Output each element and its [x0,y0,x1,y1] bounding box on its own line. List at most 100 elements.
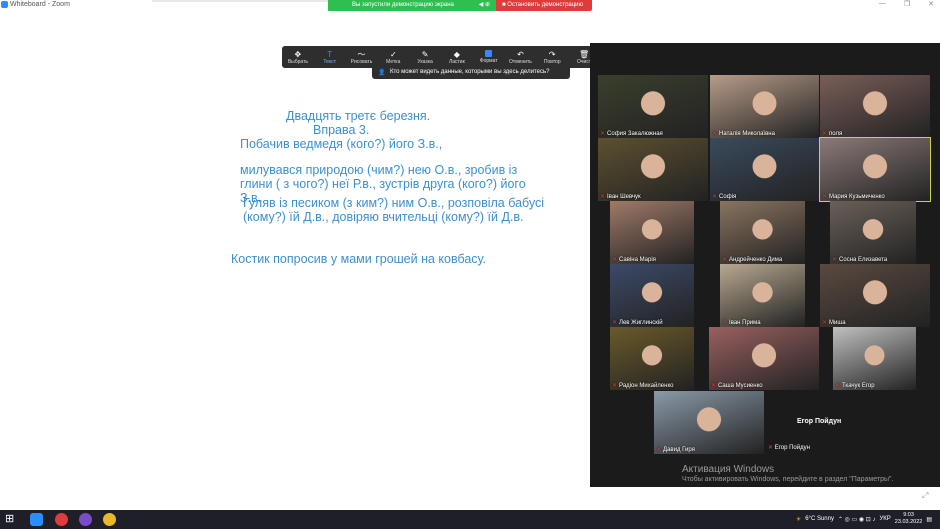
participant-tile[interactable]: ✕ Іван Шевчук [598,138,708,201]
zoom-taskbar-icon[interactable] [30,513,43,526]
participant-tile[interactable]: ✕ Софія [710,138,819,201]
stop-share-label: Остановить демонстрацию [507,2,584,8]
zoom-icon [1,1,8,8]
participant-name: ✕ Миша [822,320,846,326]
mic-muted-icon: ✕ [768,445,775,451]
participant-video [833,327,916,390]
tool-select[interactable]: ✥ Выбрать [282,46,314,68]
chrome-icon[interactable] [103,513,116,526]
participant-tile[interactable]: ✕ Миша [820,264,930,327]
clear-icon: 🗑 [578,49,590,59]
tool-stamp[interactable]: ✓ Метка [377,46,409,68]
wb-line-5[interactable]: Гуляв із песиком (з ким?) ним О.в., розп… [243,196,544,210]
stamp-icon: ✓ [389,49,397,59]
move-icon: ✥ [294,49,302,59]
wb-line-2[interactable]: милувався природою (чим?) нею О.в., зроб… [240,163,517,177]
windows-start-icon[interactable]: ⊞ [5,513,18,526]
wb-line-7[interactable]: Костик попросив у мами грошей на ковбасу… [231,252,486,266]
participant-video [610,201,694,264]
redo-icon: ↷ [548,49,556,59]
draw-icon: 〜 [357,49,366,59]
tool-draw[interactable]: 〜 Рисовать [346,46,378,68]
minimize-icon[interactable]: — [879,0,886,8]
whiteboard-toolbar: ✥ Выбрать T Текст 〜 Рисовать ✓ Метка ✎ Указка… [282,46,600,68]
privacy-prompt[interactable]: 👤 Кто может видеть данные, которыми вы з… [372,67,570,79]
undo-icon: ↶ [517,49,524,59]
mic-muted-icon: ✕ [712,131,718,137]
stop-share-button[interactable]: ■ Остановить демонстрацию [496,0,592,11]
mic-muted-icon: ✕ [822,194,828,200]
participant-tile[interactable]: ✕ Андрейченко Дима [720,201,805,264]
wb-line-exercise[interactable]: Вправа 3. [313,123,369,137]
weather-icon: ☀ [795,516,802,523]
window-controls: — ❐ ✕ [879,0,934,8]
taskbar: ⊞ ☀ 6°C Sunny ⌃ ◎ ▭ ◉ ⊡ ♪ УКР 9:03 23.03… [0,510,940,529]
text-icon: T [327,49,333,59]
clock[interactable]: 9:03 23.03.2022 [895,512,923,526]
notification-icon[interactable]: ▤ [926,516,932,523]
participant-tile[interactable]: ✕ Наталія Миколаївна [710,75,819,138]
mic-muted-icon: ✕ [612,257,618,263]
tool-redo[interactable]: ↷ Повтор [536,46,568,68]
participant-video [598,75,708,138]
close-icon[interactable]: ✕ [928,0,934,8]
maximize-icon[interactable]: ❐ [904,0,910,8]
participant-name: ✕ Іван Шевчук [600,194,641,200]
eraser-icon: ◆ [453,49,460,59]
participant-video [830,201,916,264]
mic-muted-icon: ✕ [600,131,606,137]
weather-text[interactable]: 6°C Sunny [805,516,834,522]
participant-tile[interactable]: ✕ Лев Жиглинскій [610,264,694,327]
participant-tile[interactable]: ✕ Іван Прима [720,264,805,327]
participant-video [610,327,694,390]
tool-format[interactable]: Формат [473,46,505,68]
spotlight-icon: ✎ [421,49,429,59]
participant-name: ✕ Сосна Елизавета [832,257,888,263]
participant-tile[interactable]: ✕ Радіон Михайленко [610,327,694,390]
tool-eraser[interactable]: ◆ Ластик [441,46,473,68]
mic-muted-icon: ✕ [722,257,728,263]
participant-tile[interactable]: ✕ Ткачук Егор [833,327,916,390]
participant-tile[interactable]: ✕ поля [820,75,930,138]
participant-tile[interactable]: ✕ Сосна Елизавета [830,201,916,264]
active-speaker-name: Егор Пойдун [797,418,842,425]
mic-muted-icon: ✕ [656,447,662,453]
yandex-icon[interactable] [55,513,68,526]
share-status-text: Вы запустили демонстрацию экрана [352,2,454,8]
tray-icons[interactable]: ⌃ ◎ ▭ ◉ ⊡ ♪ [838,516,876,523]
language-indicator[interactable]: УКР [879,516,890,522]
mic-muted-icon: ✕ [832,257,838,263]
participant-video [720,201,805,264]
mic-muted-icon: ✕ [612,320,618,326]
wb-line-6[interactable]: (кому?) їй Д.в., довіряю вчительці (кому… [243,210,524,224]
person-icon: 👤 [378,70,386,76]
clock-time: 9:03 [903,512,914,518]
tool-text[interactable]: T Текст [314,46,346,68]
wb-line-3[interactable]: глини ( з чого?) неї Р.в., зустрів друга… [240,177,526,191]
participant-tile[interactable]: ✕ София Закалюжная [598,75,708,138]
participant-name: ✕ Наталія Миколаївна [712,131,775,137]
participant-name: ✕ София Закалюжная [600,131,663,137]
share-status[interactable]: Вы запустили демонстрацию экрана ◀ ⊕ [328,0,496,11]
participant-tile[interactable]: ✕ Мария Кузьмиченко [819,137,931,202]
participant-video [709,327,819,390]
resize-icon[interactable]: ⤢ [922,491,928,501]
viber-icon[interactable] [79,513,92,526]
participant-tile[interactable]: ✕ Саша Мусиенко [709,327,819,390]
participant-video [610,264,694,327]
participant-tile[interactable]: ✕ Давид Гиря [654,391,764,454]
tool-undo[interactable]: ↶ Отменить [505,46,537,68]
participant-video [820,264,930,327]
participant-name: ✕ Ткачук Егор [835,383,875,389]
wb-line-date[interactable]: Двадцять третє березня. [286,109,430,123]
participant-tile[interactable]: ✕ Савіна Марія [610,201,694,264]
wb-line-1[interactable]: Побачив ведмедя (кого?) його З.в., [240,137,442,151]
share-mic-icon[interactable]: ◀ ⊕ [479,1,490,8]
tool-spotlight[interactable]: ✎ Указка [409,46,441,68]
participant-name: ✕ Савіна Марія [612,257,656,263]
participant-video [598,138,708,201]
participant-name: ✕ поля [822,131,843,137]
participant-video [820,75,930,138]
participant-video [820,138,930,201]
mic-muted-icon: ✕ [711,383,717,389]
